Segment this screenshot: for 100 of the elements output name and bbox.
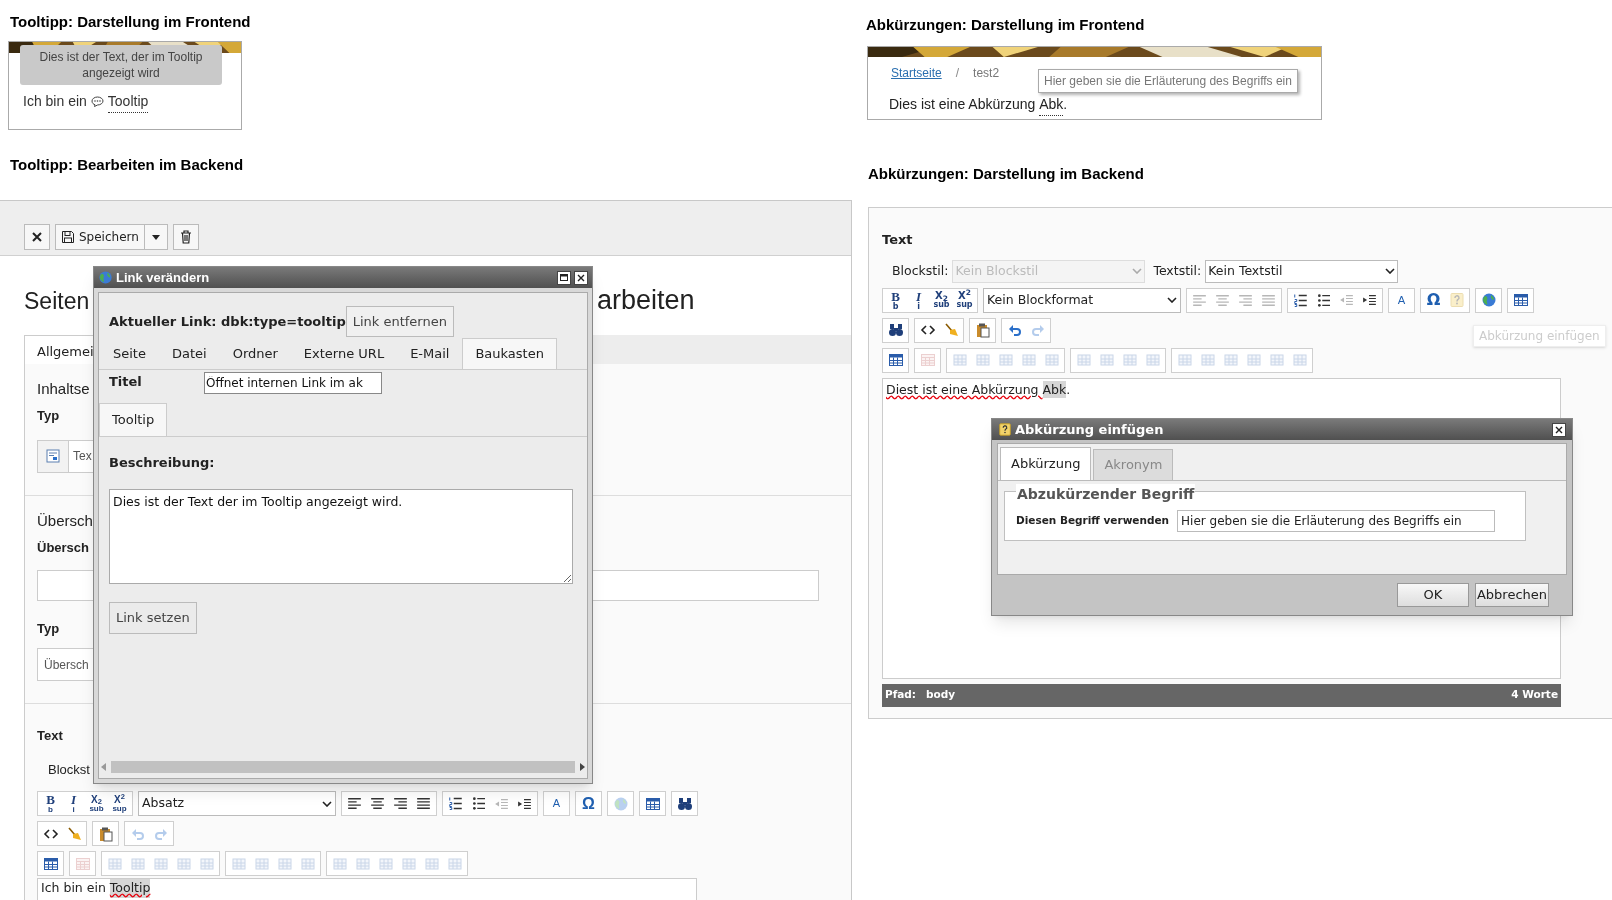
editor-text: Diest ist eine Abkürzung: [886, 380, 1040, 399]
binoculars-icon: [676, 795, 693, 812]
italic-button[interactable]: I i: [62, 792, 85, 815]
tooltip: Hier geben sie die Erläuterung des Begriffs ein: [1038, 68, 1298, 93]
subscript-button[interactable]: X$_{2}$ sub: [85, 792, 108, 815]
special-char-button[interactable]: Ω: [1422, 288, 1445, 312]
horizontal-scrollbar[interactable]: [101, 760, 585, 774]
table-icon: [106, 855, 123, 872]
broom-icon: [65, 825, 82, 842]
trash-icon: [179, 230, 192, 244]
word-count: 4 Worte: [1511, 687, 1558, 703]
body-text: Dies ist eine Abkürzung: [889, 94, 1037, 114]
tab[interactable]: Externe URL: [290, 338, 398, 369]
page-title: Seiten: [24, 288, 90, 314]
table-icon: [1512, 292, 1529, 308]
numbered-list-icon: [449, 797, 462, 810]
path-label: Pfad:: [885, 687, 917, 703]
remove-link-button[interactable]: Link entfernen: [345, 306, 454, 337]
table-icon: [1245, 352, 1262, 368]
table-icon: [354, 855, 371, 872]
tooltip-link[interactable]: Tooltip: [107, 90, 149, 113]
table-icon: [152, 855, 169, 872]
description-textarea[interactable]: Dies ist der Text der im Tooltip angezeigt wird.: [109, 488, 573, 584]
format-dropdown[interactable]: Absatz: [138, 791, 336, 816]
dialog-title: Abkürzung einfügen: [1015, 420, 1165, 439]
outdent-icon: [1340, 295, 1353, 305]
text-style-dropdown[interactable]: Kein Textstil: [1205, 259, 1399, 283]
align-center-icon: [371, 798, 384, 809]
breadcrumb-separator: /: [955, 64, 960, 82]
align-left-icon: [1193, 294, 1206, 306]
superscript-button[interactable]: X$^{2}$ sup: [108, 792, 131, 815]
help-icon: [1448, 292, 1465, 308]
close-button[interactable]: [574, 270, 588, 285]
help-icon: [998, 422, 1012, 437]
breadcrumb-link[interactable]: Startseite: [891, 63, 942, 82]
table-icon: [198, 855, 215, 872]
tab[interactable]: Datei: [158, 338, 220, 369]
cancel-button[interactable]: Abbrechen: [1475, 583, 1549, 607]
tab[interactable]: Baukasten: [462, 338, 557, 369]
table-icon: [1121, 352, 1138, 368]
close-icon: [32, 232, 42, 242]
table-icon: [1098, 352, 1115, 368]
tab[interactable]: Tooltip: [99, 403, 168, 436]
bullet-list-icon: [472, 797, 485, 810]
globe-icon: [612, 795, 629, 812]
bold-button[interactable]: B b: [884, 288, 907, 312]
scroll-left-icon: [101, 763, 107, 771]
chevron-down-icon: [1167, 297, 1177, 303]
editor-area[interactable]: Ich bin ein Tooltip: [37, 878, 697, 900]
format-dropdown[interactable]: Kein Blockformat: [983, 287, 1181, 313]
field-label: Blockst: [48, 760, 90, 779]
clipboard-icon: [97, 825, 114, 842]
subscript-button[interactable]: X$_{2}$ sub: [930, 288, 953, 312]
path-value: body: [926, 687, 956, 703]
special-char-button[interactable]: Ω: [577, 792, 600, 815]
dialog-title: Link verändern: [116, 268, 211, 287]
field-label: Text: [37, 727, 63, 745]
table-icon: [1291, 352, 1308, 368]
set-link-button[interactable]: Link setzen: [109, 601, 197, 634]
outdent-icon: [495, 798, 508, 809]
justify-icon: [417, 798, 430, 809]
text-color-button[interactable]: A: [545, 792, 568, 815]
bullet-list-icon: [1317, 293, 1330, 307]
superscript-button[interactable]: X$^{2}$ sup: [953, 288, 976, 312]
table-icon: [644, 795, 661, 812]
tab[interactable]: Ordner: [219, 338, 291, 369]
tab[interactable]: Abkürzung: [1000, 447, 1092, 480]
align-left-icon: [348, 798, 361, 809]
term-input[interactable]: Hier geben sie die Erläuterung des Begriffs ein: [1177, 510, 1496, 532]
clipboard-icon: [974, 322, 991, 338]
tab[interactable]: E-Mail: [397, 338, 463, 369]
ok-button[interactable]: OK: [1397, 583, 1469, 607]
bold-button[interactable]: B b: [39, 792, 62, 815]
table-icon: [42, 855, 59, 872]
close-button[interactable]: [24, 224, 50, 250]
section-title: Übersch: [37, 510, 93, 531]
tooltip-link[interactable]: Tooltip: [109, 879, 151, 898]
delete-button[interactable]: [172, 224, 199, 250]
redo-icon: [1029, 322, 1046, 338]
maximize-button[interactable]: [557, 270, 571, 285]
text-color-button[interactable]: A: [1390, 288, 1413, 312]
table-icon: [331, 855, 348, 872]
section-heading: Tooltipp: Bearbeiten im Backend: [9, 154, 245, 175]
align-center-icon: [1216, 294, 1229, 306]
scroll-right-icon: [579, 763, 585, 771]
table-icon: [423, 855, 440, 872]
table-icon: [175, 855, 192, 872]
table-icon: [230, 855, 247, 872]
field-label: Typ: [37, 407, 60, 425]
broom-icon: [942, 322, 959, 338]
close-icon: [1555, 425, 1563, 434]
title-input[interactable]: Öffnet internen Link im ak: [204, 372, 382, 394]
section-title: Inhaltse: [37, 378, 90, 399]
field-label: Übersch: [37, 539, 90, 557]
body-text: .: [1063, 94, 1068, 114]
table-icon: [1075, 352, 1092, 368]
speech-bubble-icon: [90, 96, 104, 107]
indent-icon: [1363, 295, 1376, 305]
italic-button[interactable]: I i: [907, 288, 930, 312]
close-button[interactable]: [1552, 422, 1566, 437]
